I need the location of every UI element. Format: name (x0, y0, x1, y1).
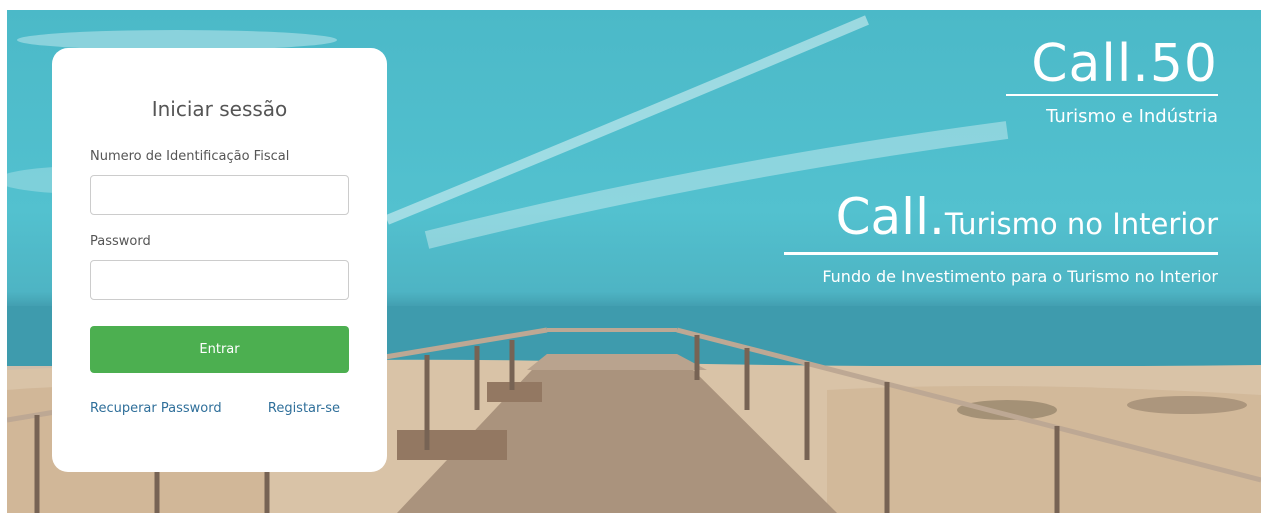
login-links: Recuperar Password Registar-se (90, 401, 340, 416)
call50-logo: Call.50 (1031, 34, 1218, 94)
call50-subtitle: Turismo e Indústria (1046, 106, 1218, 127)
password-input[interactable] (90, 260, 349, 300)
logo-title: Turismo no Interior (944, 207, 1218, 241)
logo-call-word: Call (835, 188, 929, 246)
logo-underline (784, 252, 1218, 255)
login-button[interactable]: Entrar (90, 326, 349, 373)
nif-label: Numero de Identificação Fiscal (90, 149, 290, 164)
login-card: Iniciar sessão Numero de Identificação F… (52, 48, 387, 472)
logo-underline (1006, 94, 1218, 96)
call-turismo-brand: Call.Turismo no Interior Fundo de Invest… (784, 188, 1218, 286)
call-turismo-logo: Call.Turismo no Interior (784, 188, 1218, 246)
logo-dot: . (928, 188, 945, 246)
call50-brand: Call.50 Turismo e Indústria (1006, 34, 1218, 127)
password-label: Password (90, 234, 151, 249)
nif-input[interactable] (90, 175, 349, 215)
call-turismo-subtitle: Fundo de Investimento para o Turismo no … (822, 267, 1218, 286)
recover-password-link[interactable]: Recuperar Password (90, 401, 222, 416)
login-title: Iniciar sessão (151, 97, 288, 121)
register-link[interactable]: Registar-se (268, 401, 340, 416)
